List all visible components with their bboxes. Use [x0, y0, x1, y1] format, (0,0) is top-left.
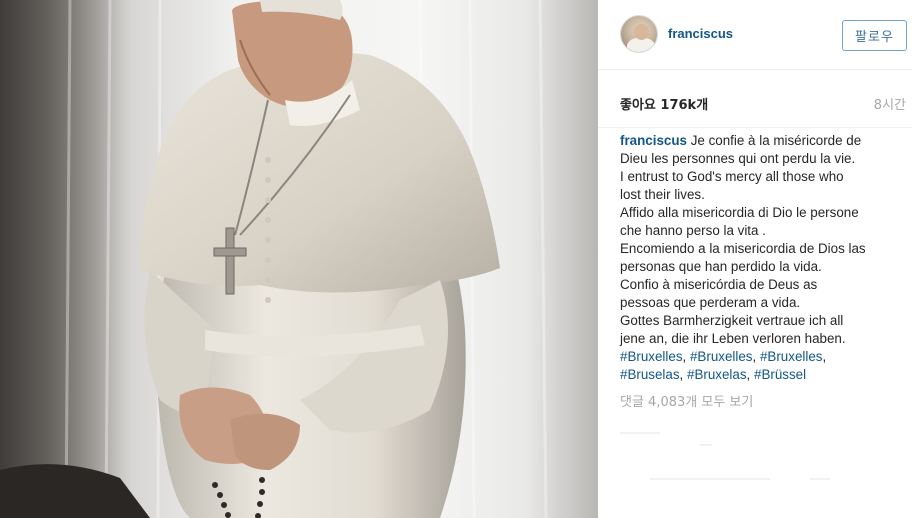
- avatar-face: [634, 24, 649, 40]
- hashtag-link[interactable]: #Brüssel: [754, 367, 806, 382]
- pope-praying-illustration: [0, 0, 548, 518]
- faded-comments-placeholder: [620, 430, 900, 490]
- caption-text: Encomiendo a la misericordia de Dios las: [620, 241, 866, 256]
- caption-text: Affido alla misericordia di Dio le perso…: [620, 205, 859, 220]
- username-link[interactable]: franciscus: [668, 26, 733, 41]
- placeholder-bar: [650, 478, 770, 480]
- hashtag-link[interactable]: #Bruxelles: [760, 349, 823, 364]
- caption-text: I entrust to God's mercy all those who: [620, 169, 844, 184]
- post-side-panel: franciscus 팔로우 좋아요 176k개 8시간 franciscus …: [598, 0, 912, 518]
- placeholder-bar: [620, 432, 660, 434]
- caption-line-1: franciscus Je confie à la miséricorde de: [620, 132, 908, 150]
- hashtag-link[interactable]: #Bruxelles: [620, 349, 683, 364]
- caption-text: pessoas que perderam a vida.: [620, 295, 801, 310]
- caption-text: personas que han perdido la vida.: [620, 259, 822, 274]
- caption-text: Gottes Barmherzigkeit vertraue ich all: [620, 313, 844, 328]
- caption-text: Dieu les personnes qui ont perdu la vie.: [620, 151, 856, 166]
- post-caption: franciscus Je confie à la miséricorde de…: [620, 132, 908, 384]
- hashtag-link[interactable]: #Bruxelles: [690, 349, 753, 364]
- post-header: franciscus 팔로우: [598, 0, 912, 70]
- follow-button[interactable]: 팔로우: [842, 20, 907, 51]
- placeholder-bar: [700, 444, 712, 446]
- avatar-robe: [627, 38, 655, 52]
- caption-text: che hanno perso la vita .: [620, 223, 766, 238]
- hashtag-link[interactable]: #Bruselas: [620, 367, 680, 382]
- hashtag-line: #Bruselas, #Bruxelas, #Brüssel: [620, 367, 807, 382]
- hashtag-link[interactable]: #Bruxelas: [687, 367, 747, 382]
- view-all-comments-link[interactable]: 댓글 4,083개 모두 보기: [620, 391, 753, 410]
- caption-username[interactable]: franciscus: [620, 133, 687, 148]
- avatar[interactable]: [620, 15, 658, 53]
- hashtag-line: #Bruxelles, #Bruxelles, #Bruxelles,: [620, 349, 827, 364]
- instagram-post: franciscus 팔로우 좋아요 176k개 8시간 franciscus …: [0, 0, 912, 518]
- likes-count[interactable]: 좋아요 176k개: [620, 94, 708, 113]
- placeholder-bar: [810, 478, 830, 480]
- caption-text: Confio à misericórdia de Deus as: [620, 277, 818, 292]
- caption-text: lost their lives.: [620, 187, 705, 202]
- caption-text: jene an, die ihr Leben verloren haben.: [620, 331, 846, 346]
- post-photo[interactable]: [0, 0, 598, 518]
- post-stats: 좋아요 176k개 8시간: [598, 70, 912, 128]
- caption-text: Je confie à la miséricorde de: [690, 133, 862, 148]
- post-time[interactable]: 8시간: [874, 94, 906, 113]
